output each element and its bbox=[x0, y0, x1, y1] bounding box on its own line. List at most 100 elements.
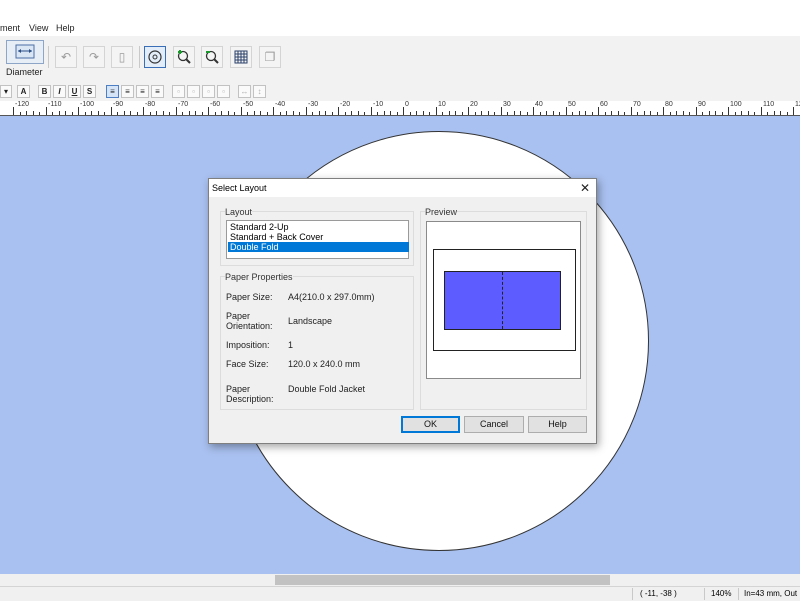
ruler-minor-tick bbox=[65, 111, 66, 115]
ruler-minor-tick bbox=[39, 112, 40, 115]
face-size-label: Face Size: bbox=[226, 359, 269, 369]
flip-horizontal-button[interactable]: ↔ bbox=[238, 85, 251, 98]
redo-icon: ↷ bbox=[88, 50, 100, 64]
ruler-minor-tick bbox=[748, 111, 749, 115]
ruler-minor-tick bbox=[481, 111, 482, 115]
ruler-label: 110 bbox=[763, 101, 775, 108]
list-item[interactable]: Standard + Back Cover bbox=[228, 232, 409, 242]
ruler-minor-tick bbox=[163, 111, 164, 115]
paper-properties-label: Paper Properties bbox=[225, 272, 293, 282]
status-divider bbox=[738, 588, 739, 600]
cancel-button[interactable]: Cancel bbox=[464, 416, 524, 433]
ruler-label: -50 bbox=[243, 101, 254, 108]
ruler-label: 50 bbox=[568, 101, 576, 108]
ruler-minor-tick bbox=[618, 111, 619, 115]
ruler-minor-tick bbox=[585, 111, 586, 115]
arrange-button-1[interactable]: ▫ bbox=[172, 85, 185, 98]
text-color-button[interactable]: A bbox=[17, 85, 30, 98]
ruler-major-tick bbox=[111, 107, 112, 115]
bold-button[interactable]: B bbox=[38, 85, 51, 98]
dialog-title: Select Layout bbox=[212, 183, 267, 193]
ruler-label: 30 bbox=[503, 101, 511, 108]
flip-vertical-button[interactable]: ↕ bbox=[253, 85, 266, 98]
justify-icon: ≡ bbox=[155, 87, 160, 96]
ruler-minor-tick bbox=[559, 112, 560, 115]
ruler-label: 60 bbox=[600, 101, 608, 108]
diameter-button[interactable] bbox=[6, 40, 44, 64]
ruler-minor-tick bbox=[26, 111, 27, 115]
ruler-minor-tick bbox=[195, 111, 196, 115]
arrange-button-2[interactable]: ▫ bbox=[187, 85, 200, 98]
undo-icon: ↶ bbox=[60, 50, 72, 64]
horizontal-ruler: -120 -110 -100 -90 -80 -70 -60 -50 -40 -30 -20 -10 0… bbox=[0, 101, 800, 116]
ruler-minor-tick bbox=[494, 112, 495, 115]
ruler-minor-tick bbox=[189, 111, 190, 115]
ruler-minor-tick bbox=[605, 112, 606, 115]
delete-button[interactable]: ▯ bbox=[111, 46, 133, 68]
align-right-button[interactable]: ≡ bbox=[136, 85, 149, 98]
ruler-major-tick bbox=[696, 107, 697, 115]
ruler-minor-tick bbox=[416, 111, 417, 115]
underline-button[interactable]: U bbox=[68, 85, 81, 98]
horizontal-scrollbar[interactable] bbox=[0, 574, 800, 586]
ruler-minor-tick bbox=[332, 112, 333, 115]
ruler-minor-tick bbox=[683, 111, 684, 115]
ruler-minor-tick bbox=[286, 111, 287, 115]
redo-button[interactable]: ↷ bbox=[83, 46, 105, 68]
menu-view[interactable]: View bbox=[29, 23, 48, 33]
ruler-minor-tick bbox=[735, 112, 736, 115]
ruler-minor-tick bbox=[156, 111, 157, 115]
zoom-in-button[interactable] bbox=[173, 46, 195, 68]
ruler-minor-tick bbox=[20, 112, 21, 115]
layers-button[interactable]: ❐ bbox=[259, 46, 281, 68]
ruler-minor-tick bbox=[676, 111, 677, 115]
ruler-minor-tick bbox=[215, 112, 216, 115]
font-dropdown[interactable]: ▾ bbox=[0, 85, 12, 98]
ruler-minor-tick bbox=[98, 111, 99, 115]
ruler-minor-tick bbox=[221, 111, 222, 115]
menu-document[interactable]: ment bbox=[0, 23, 20, 33]
menu-help[interactable]: Help bbox=[56, 23, 75, 33]
list-item[interactable]: Standard 2-Up bbox=[228, 222, 409, 232]
arrange-button-4[interactable]: ▫ bbox=[217, 85, 230, 98]
ruler-minor-tick bbox=[540, 112, 541, 115]
help-button[interactable]: Help bbox=[528, 416, 587, 433]
align-left-button[interactable]: ≡ bbox=[106, 85, 119, 98]
italic-button[interactable]: I bbox=[53, 85, 66, 98]
undo-button[interactable]: ↶ bbox=[55, 46, 77, 68]
zoom-out-button[interactable] bbox=[201, 46, 223, 68]
ruler-major-tick bbox=[728, 107, 729, 115]
imposition-value: 1 bbox=[288, 340, 294, 350]
ruler-minor-tick bbox=[507, 112, 508, 115]
justify-button[interactable]: ≡ bbox=[151, 85, 164, 98]
list-item-selected[interactable]: Double Fold bbox=[228, 242, 409, 252]
align-center-button[interactable]: ≡ bbox=[121, 85, 134, 98]
ok-button[interactable]: OK bbox=[401, 416, 460, 433]
arrange-button-3[interactable]: ▫ bbox=[202, 85, 215, 98]
paper-description-value: Double Fold Jacket bbox=[288, 384, 366, 394]
disc-select-button[interactable] bbox=[144, 46, 166, 68]
scrollbar-thumb[interactable] bbox=[275, 575, 610, 585]
ruler-minor-tick bbox=[546, 111, 547, 115]
toolbar: Diameter ↶ ↷ ▯ ❐ bbox=[0, 36, 800, 85]
ruler-minor-tick bbox=[715, 111, 716, 115]
toolbar-separator bbox=[139, 46, 140, 68]
ruler-label: 20 bbox=[470, 101, 478, 108]
grid-button[interactable] bbox=[230, 46, 252, 68]
arrange-icon: ▫ bbox=[192, 87, 195, 96]
ruler-minor-tick bbox=[423, 111, 424, 115]
ruler-minor-tick bbox=[514, 111, 515, 115]
arrange-icon: ▫ bbox=[222, 87, 225, 96]
layout-listbox[interactable]: Standard 2-Up Standard + Back Cover Doub… bbox=[226, 220, 409, 259]
close-icon[interactable]: ✕ bbox=[578, 180, 592, 196]
ruler-minor-tick bbox=[787, 112, 788, 115]
ruler-minor-tick bbox=[592, 112, 593, 115]
ruler-label: -70 bbox=[178, 101, 189, 108]
shadow-button[interactable]: S bbox=[83, 85, 96, 98]
ruler-minor-tick bbox=[345, 112, 346, 115]
diameter-label: Diameter bbox=[6, 67, 43, 77]
ruler-minor-tick bbox=[429, 112, 430, 115]
ruler-minor-tick bbox=[670, 112, 671, 115]
layers-icon: ❐ bbox=[264, 50, 276, 64]
ruler-minor-tick bbox=[767, 112, 768, 115]
